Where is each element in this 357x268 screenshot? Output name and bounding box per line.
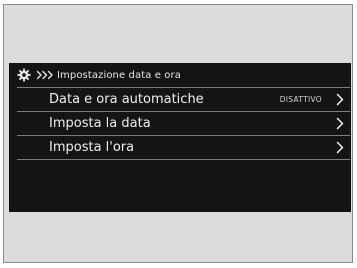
screen-header: Impostazione data e ora (9, 63, 351, 87)
list-item-set-time[interactable]: Imposta l'ora (17, 135, 350, 160)
settings-list: Data e ora automatiche DISATTIVO Imposta… (17, 87, 350, 160)
chevron-right-icon (336, 117, 344, 130)
settings-screen: Impostazione data e ora Data e ora autom… (9, 63, 351, 212)
list-item-label: Data e ora automatiche (49, 92, 204, 107)
list-item-label: Imposta l'ora (49, 140, 135, 155)
page-title: Impostazione data e ora (57, 69, 181, 81)
list-item-set-date[interactable]: Imposta la data (17, 111, 350, 135)
chevron-triple-right-icon (36, 70, 53, 80)
status-value: DISATTIVO (279, 95, 322, 104)
gear-icon (17, 68, 31, 82)
list-item-auto-date-time[interactable]: Data e ora automatiche DISATTIVO (17, 87, 350, 111)
chevron-right-icon (336, 141, 344, 154)
chevron-right-icon (336, 93, 344, 106)
list-item-label: Imposta la data (49, 116, 151, 131)
